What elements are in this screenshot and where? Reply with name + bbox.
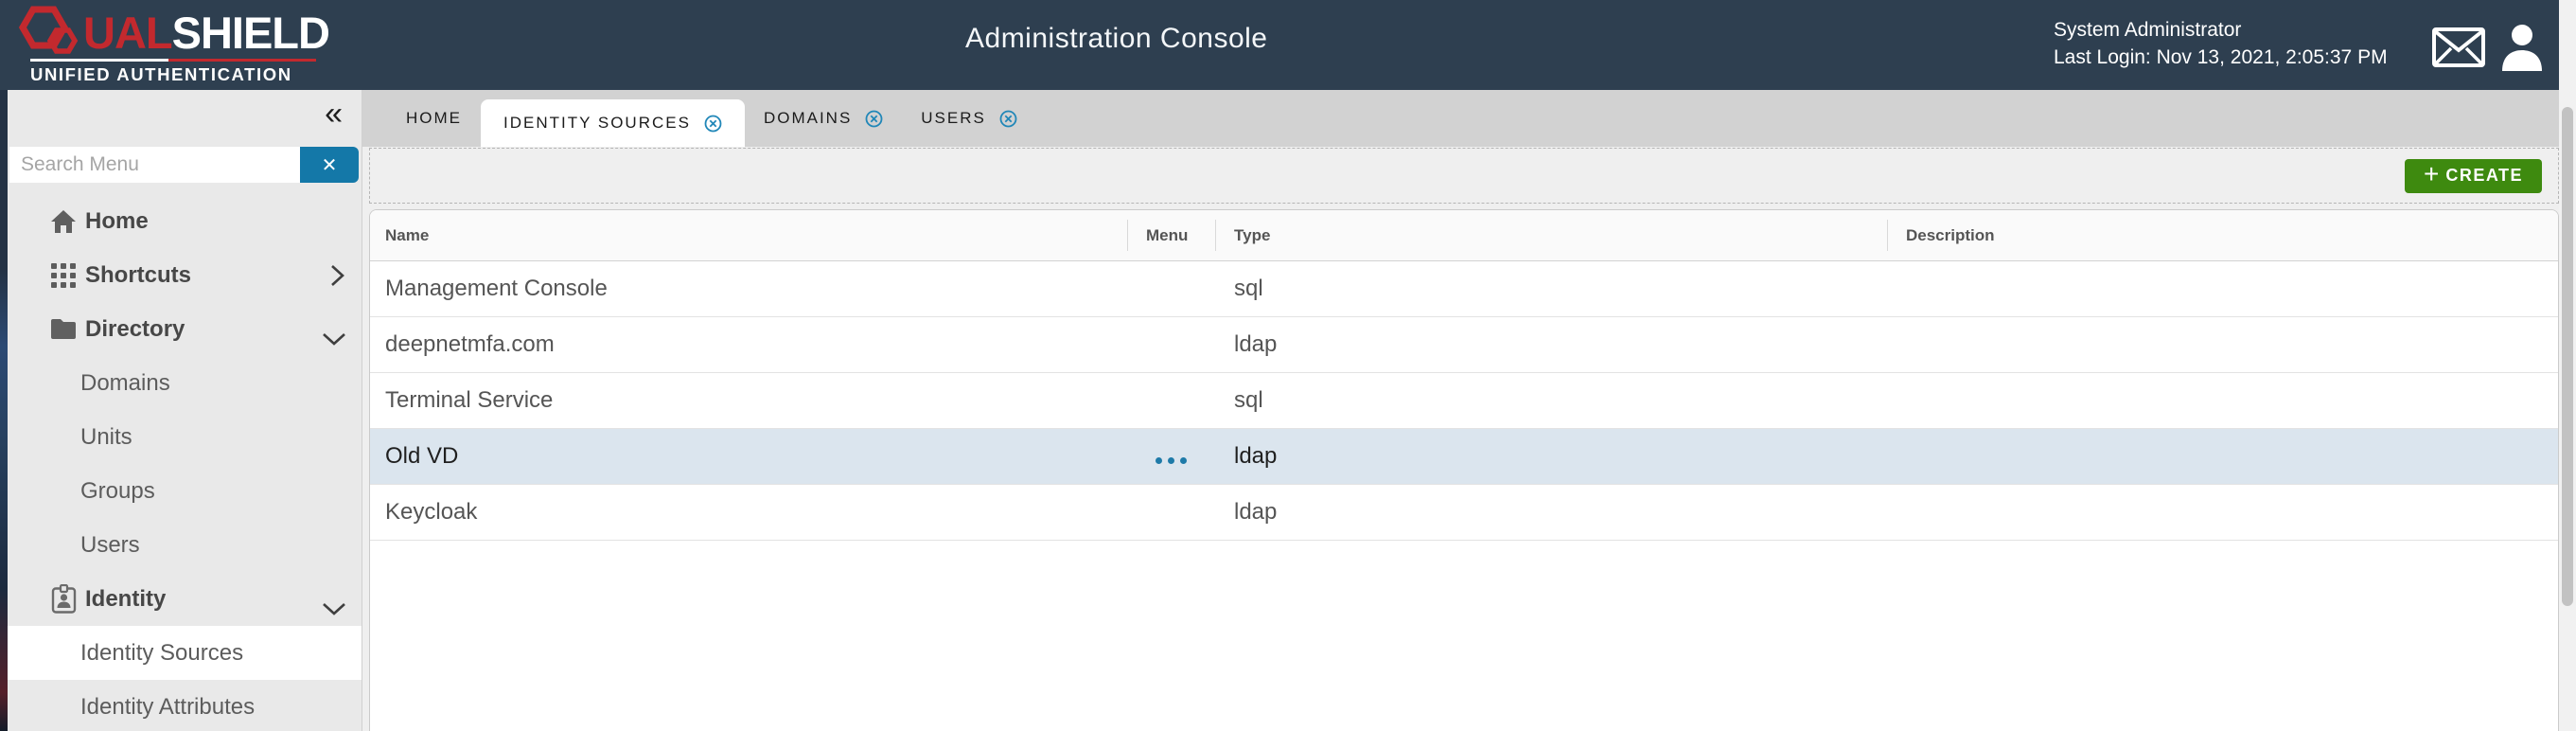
table-row-management-console[interactable]: Management Console sql (370, 261, 2558, 317)
scrollbar-thumb[interactable] (2562, 107, 2573, 606)
logo-word-shield: SHIELD (172, 8, 329, 58)
tab-close-icon[interactable] (704, 115, 722, 133)
tab-label: DOMAINS (764, 109, 852, 128)
column-header-name[interactable]: Name (370, 210, 1127, 260)
sidebar-item-label: Directory (85, 316, 185, 343)
tab-label: IDENTITY SOURCES (503, 114, 691, 133)
tab-users[interactable]: USERS (902, 90, 1036, 147)
table-row-old-vd[interactable]: Old VD ldap (370, 429, 2558, 485)
chevron-right-icon (330, 264, 344, 292)
folder-icon (50, 318, 77, 340)
grid-icon (50, 263, 77, 288)
cell-name: Old VD (370, 443, 1127, 470)
tab-close-icon[interactable] (865, 110, 883, 128)
page-title: Administration Console (965, 23, 1267, 55)
cell-type: sql (1215, 387, 1887, 414)
user-info: System Administrator Last Login: Nov 13,… (2054, 16, 2388, 71)
last-login: Last Login: Nov 13, 2021, 2:05:37 PM (2054, 44, 2388, 71)
user-avatar-icon[interactable] (2500, 24, 2544, 71)
tab-label: HOME (406, 109, 462, 128)
sidebar-item-groups[interactable]: Groups (8, 464, 362, 518)
tab-bar: HOME IDENTITY SOURCES DOMAINS USERS (362, 90, 2559, 147)
row-menu-button[interactable] (1156, 457, 1187, 464)
sidebar-item-label: Units (80, 424, 132, 451)
cell-menu (1127, 317, 1215, 372)
sidebar-item-domains[interactable]: Domains (8, 356, 362, 410)
table-row-keycloak[interactable]: Keycloak ldap (370, 485, 2558, 541)
dualshield-hexagon-icon (19, 5, 81, 61)
cell-type: sql (1215, 276, 1887, 302)
sidebar-item-units[interactable]: Units (8, 410, 362, 464)
column-header-menu[interactable]: Menu (1127, 210, 1215, 260)
sidebar-menu: Home Shortcuts Directory Domains Units Groups… (8, 194, 362, 731)
identity-sources-table: NameMenuTypeDescription Management Conso… (369, 209, 2559, 731)
sidebar-item-label: Groups (80, 478, 155, 505)
sidebar-item-label: Users (80, 532, 140, 559)
cell-menu (1127, 261, 1215, 316)
sidebar-item-label: Shortcuts (85, 262, 191, 289)
column-header-description[interactable]: Description (1887, 210, 2558, 260)
dualshield-logo: UALSHIELD UNIFIED AUTHENTICATION (19, 8, 329, 85)
mail-icon[interactable] (2432, 27, 2485, 67)
cell-menu (1127, 429, 1215, 484)
cell-name: Terminal Service (370, 387, 1127, 414)
badge-icon (50, 584, 77, 614)
cell-type: ldap (1215, 443, 1887, 470)
sidebar-search: ✕ (9, 147, 359, 183)
home-icon (50, 208, 77, 234)
table-header: NameMenuTypeDescription (370, 210, 2558, 261)
logo-subtitle: UNIFIED AUTHENTICATION (30, 64, 329, 85)
table-body: Management Console sql deepnetmfa.com ldap T… (370, 261, 2558, 541)
plus-icon: + (2424, 161, 2439, 187)
page-scrollbar (2559, 0, 2576, 731)
tab-close-icon[interactable] (999, 110, 1017, 128)
table-row-deepnetmfa-com[interactable]: deepnetmfa.com ldap (370, 317, 2558, 373)
sidebar-item-label: Domains (80, 370, 170, 397)
sidebar-collapse-button[interactable]: « (325, 98, 343, 130)
chevron-down-icon (322, 602, 346, 621)
toolbar: + CREATE (369, 148, 2559, 204)
sidebar-item-label: Identity Attributes (80, 694, 255, 721)
sidebar-item-home[interactable]: Home (8, 194, 362, 248)
sidebar-item-identity-sources[interactable]: Identity Sources (8, 626, 362, 680)
tab-label: USERS (921, 109, 986, 128)
tab-home[interactable]: HOME (387, 90, 481, 147)
cell-type: ldap (1215, 331, 1887, 358)
cell-name: deepnetmfa.com (370, 331, 1127, 358)
main-content: HOME IDENTITY SOURCES DOMAINS USERS + CREAT… (362, 90, 2559, 731)
create-button[interactable]: + CREATE (2405, 159, 2542, 193)
chevron-down-icon (322, 332, 346, 351)
sidebar: « ✕ Home Shortcuts Directory Domains Units Gr… (8, 90, 362, 731)
tab-identity-sources[interactable]: IDENTITY SOURCES (481, 99, 745, 147)
sidebar-item-users[interactable]: Users (8, 518, 362, 572)
logo-underline (30, 59, 329, 62)
search-input[interactable] (9, 147, 300, 183)
table-row-terminal-service[interactable]: Terminal Service sql (370, 373, 2558, 429)
logo-word-dual: UAL (83, 8, 172, 58)
background-sliver (0, 90, 8, 731)
cell-menu (1127, 485, 1215, 540)
cell-menu (1127, 373, 1215, 428)
sidebar-item-identity-attributes[interactable]: Identity Attributes (8, 680, 362, 731)
sidebar-item-label: Identity Sources (80, 640, 243, 667)
app-header: UALSHIELD UNIFIED AUTHENTICATION Adminis… (0, 0, 2559, 90)
sidebar-item-label: Identity (85, 586, 166, 613)
user-name: System Administrator (2054, 16, 2388, 44)
search-clear-button[interactable]: ✕ (300, 147, 359, 183)
cell-name: Keycloak (370, 499, 1127, 526)
cell-type: ldap (1215, 499, 1887, 526)
tab-domains[interactable]: DOMAINS (745, 90, 902, 147)
sidebar-item-directory[interactable]: Directory (8, 302, 362, 356)
sidebar-item-identity[interactable]: Identity (8, 572, 362, 626)
cell-name: Management Console (370, 276, 1127, 302)
admin-console-screen: UALSHIELD UNIFIED AUTHENTICATION Adminis… (0, 0, 2576, 731)
sidebar-item-shortcuts[interactable]: Shortcuts (8, 248, 362, 302)
sidebar-item-label: Home (85, 208, 149, 235)
column-header-type[interactable]: Type (1215, 210, 1887, 260)
